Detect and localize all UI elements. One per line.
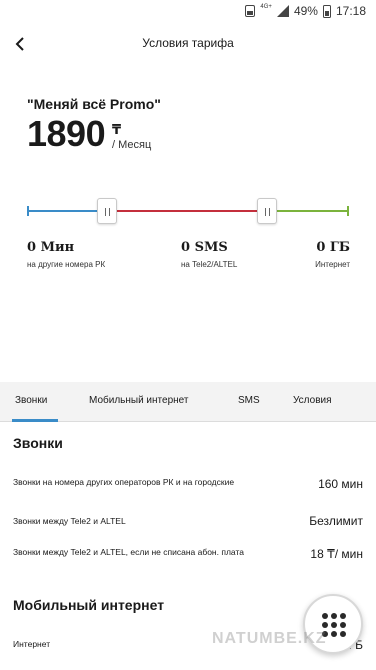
app-header: Условия тарифа bbox=[0, 24, 376, 64]
grip-icon bbox=[265, 208, 270, 216]
watermark: NATUMBE.KZ bbox=[212, 630, 327, 647]
grip-icon bbox=[105, 208, 110, 216]
tab-bar: Звонки Мобильный интернет SMS Условия bbox=[0, 382, 376, 422]
row-value: Безлимит bbox=[309, 514, 363, 528]
section-title-calls: Звонки bbox=[13, 435, 63, 451]
page-title: Условия тарифа bbox=[142, 36, 234, 50]
tab-sms[interactable]: SMS bbox=[238, 395, 260, 406]
section-title-internet: Мобильный интернет bbox=[13, 597, 165, 613]
signal-icon bbox=[276, 5, 289, 17]
allocation-sms: 0 SMS на Tele2/ALTEL bbox=[181, 240, 237, 269]
allocation-label: на другие номера РК bbox=[27, 260, 106, 269]
allocation-value: 0 Мин bbox=[27, 240, 75, 255]
network-type: 4G+ bbox=[260, 4, 272, 10]
status-bar: 4G+ 49% 17:18 bbox=[0, 0, 376, 24]
battery-icon bbox=[322, 4, 331, 18]
row-label: Звонки между Tele2 и ALTEL bbox=[13, 516, 126, 526]
allocation-label: на Tele2/ALTEL bbox=[181, 260, 238, 269]
clock: 17:18 bbox=[335, 4, 366, 18]
slider-segment-calls bbox=[27, 210, 107, 212]
tariff-price: 1890 bbox=[27, 113, 106, 154]
price-period: / Месяц bbox=[112, 139, 152, 151]
row-label: Звонки между Tele2 и ALTEL, если не спис… bbox=[13, 547, 244, 557]
tab-mobile-internet[interactable]: Мобильный интернет bbox=[89, 395, 188, 406]
slider-handle-right[interactable] bbox=[257, 198, 277, 224]
row-label: Звонки на номера других операторов РК и … bbox=[13, 477, 235, 487]
sim-icon bbox=[245, 5, 256, 17]
slider-segment-internet bbox=[267, 210, 349, 212]
allocation-value: 0 ГБ bbox=[316, 240, 350, 255]
slider-handle-left[interactable] bbox=[97, 198, 117, 224]
row-value: 18 ₸/ мин bbox=[310, 547, 363, 561]
row-value: 160 мин bbox=[318, 477, 363, 491]
currency-sign: ₸ bbox=[112, 122, 122, 137]
tariff-name: "Меняй всё Promo" bbox=[27, 96, 161, 112]
status-icons: 4G+ 49% 17:18 bbox=[245, 4, 366, 18]
slider-segment-sms bbox=[107, 210, 267, 212]
allocation-label: Интернет bbox=[315, 260, 350, 269]
slider-end-cap bbox=[347, 206, 349, 216]
allocation-value: 0 SMS bbox=[181, 240, 228, 255]
battery-percent: 49% bbox=[293, 4, 318, 18]
allocation-internet: 0 ГБ Интернет bbox=[315, 240, 350, 269]
tab-calls[interactable]: Звонки bbox=[15, 395, 47, 406]
package-slider[interactable] bbox=[27, 196, 349, 226]
active-tab-indicator bbox=[12, 419, 58, 422]
tab-conditions[interactable]: Условия bbox=[293, 395, 332, 406]
allocation-minutes: 0 Мин на другие номера РК bbox=[27, 240, 105, 269]
